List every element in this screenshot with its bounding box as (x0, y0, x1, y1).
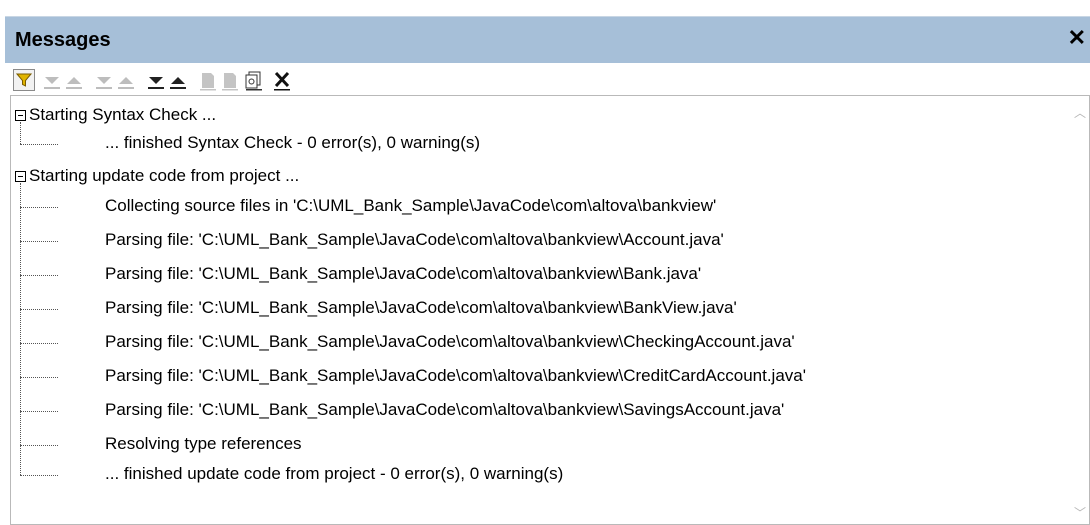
filter-button[interactable] (13, 69, 35, 91)
arrow-down-icon (96, 77, 112, 89)
previous-info-button[interactable] (115, 69, 137, 91)
clear-icon (274, 71, 290, 91)
list-item[interactable]: Parsing file: 'C:\UML_Bank_Sample\JavaCo… (105, 400, 784, 420)
copy-button[interactable] (197, 69, 219, 91)
filter-icon (13, 69, 35, 91)
tree-connector (20, 183, 21, 475)
tree-connector (20, 411, 58, 412)
tree-connector (20, 207, 58, 208)
clear-button[interactable] (271, 69, 293, 91)
find-button[interactable] (243, 69, 265, 91)
list-item[interactable]: Collecting source files in 'C:\UML_Bank_… (105, 196, 716, 216)
tree-connector (20, 122, 21, 144)
close-icon[interactable]: ✕ (1068, 27, 1086, 49)
collapse-toggle[interactable] (15, 171, 26, 182)
messages-toolbar (5, 63, 1090, 95)
list-item[interactable]: Parsing file: 'C:\UML_Bank_Sample\JavaCo… (105, 366, 806, 386)
previous-warning-button[interactable] (63, 69, 85, 91)
list-item[interactable]: Parsing file: 'C:\UML_Bank_Sample\JavaCo… (105, 332, 795, 352)
arrow-down-icon (44, 77, 60, 89)
arrow-up-icon (170, 77, 186, 89)
list-item[interactable]: Starting update code from project ... (29, 166, 299, 186)
panel-title: Messages (15, 29, 111, 51)
scroll-down-icon[interactable]: ﹀ (1073, 504, 1087, 520)
list-item[interactable]: Resolving type references (105, 434, 302, 454)
list-item[interactable]: ... finished Syntax Check - 0 error(s), … (105, 133, 480, 153)
copy-icon (200, 73, 216, 91)
tree-connector (20, 275, 58, 276)
next-warning-button[interactable] (41, 69, 63, 91)
panel-titlebar: Messages ✕ (5, 16, 1090, 63)
arrow-down-icon (148, 77, 164, 89)
tree-connector (20, 445, 58, 446)
messages-panel: Messages ✕ Starting Syntax Check ... ...… (5, 6, 1090, 525)
copy-all-button[interactable] (219, 69, 241, 91)
arrow-up-icon (118, 77, 134, 89)
list-item[interactable]: Parsing file: 'C:\UML_Bank_Sample\JavaCo… (105, 298, 737, 318)
arrow-up-icon (66, 77, 82, 89)
tree-connector (20, 241, 58, 242)
tree-connector (20, 377, 58, 378)
tree-connector (20, 309, 58, 310)
list-item[interactable]: Parsing file: 'C:\UML_Bank_Sample\JavaCo… (105, 230, 724, 250)
next-info-button[interactable] (93, 69, 115, 91)
collapse-toggle[interactable] (15, 110, 26, 121)
find-icon (245, 71, 262, 91)
messages-list: Starting Syntax Check ... ... finished S… (10, 95, 1090, 525)
vertical-scrollbar[interactable]: ︿ ﹀ (1071, 96, 1089, 524)
list-item[interactable]: Parsing file: 'C:\UML_Bank_Sample\JavaCo… (105, 264, 701, 284)
previous-message-button[interactable] (167, 69, 189, 91)
tree-connector (20, 343, 58, 344)
list-item[interactable]: Starting Syntax Check ... (29, 105, 216, 125)
next-message-button[interactable] (145, 69, 167, 91)
tree-connector (20, 475, 58, 476)
scroll-up-icon[interactable]: ︿ (1073, 104, 1087, 120)
tree-connector (20, 144, 58, 145)
list-item[interactable]: ... finished update code from project - … (105, 464, 563, 484)
copy-all-icon (222, 73, 238, 91)
